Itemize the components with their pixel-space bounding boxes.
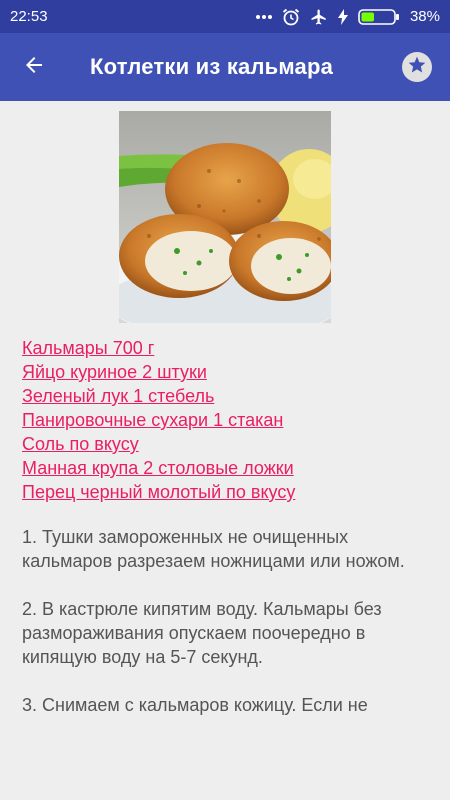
cutlets-photo bbox=[119, 111, 331, 323]
arrow-left-icon bbox=[22, 53, 46, 82]
recipe-step: 1. Тушки замороженных не очищенных кальм… bbox=[22, 527, 405, 571]
page-title: Котлетки из кальмара bbox=[90, 54, 334, 79]
ingredients-list: Кальмары 700 г Яйцо куриное 2 штуки Зеле… bbox=[22, 336, 432, 504]
ingredient-link[interactable]: Зеленый лук 1 стебель bbox=[22, 384, 432, 408]
ingredient-link[interactable]: Перец черный молотый по вкусу bbox=[22, 480, 432, 504]
battery-percent: 38% bbox=[409, 8, 440, 25]
battery-icon bbox=[358, 7, 400, 27]
airplane-icon bbox=[310, 7, 328, 27]
favorite-button[interactable] bbox=[402, 52, 432, 82]
ingredient-link[interactable]: Соль по вкусу bbox=[22, 432, 432, 456]
list-item: Панировочные сухари 1 стакан bbox=[22, 408, 432, 432]
recipe-step: 2. В кастрюле кипятим воду. Кальмары без… bbox=[22, 599, 382, 667]
star-icon bbox=[407, 55, 427, 80]
status-icons: 38% bbox=[255, 7, 440, 27]
list-item: Манная крупа 2 столовые ложки bbox=[22, 456, 432, 480]
recipe-steps: 1. Тушки замороженных не очищенных кальм… bbox=[22, 525, 432, 741]
recipe-step: 3. Снимаем с кальмаров кожицу. Если не bbox=[22, 695, 368, 715]
list-item: Перец черный молотый по вкусу bbox=[22, 480, 432, 504]
app-bar: Котлетки из кальмара bbox=[0, 33, 450, 101]
recipe-photo bbox=[119, 111, 331, 323]
charging-icon bbox=[337, 7, 348, 27]
ingredient-link[interactable]: Яйцо куриное 2 штуки bbox=[22, 360, 432, 384]
recipe-content[interactable]: Кальмары 700 г Яйцо куриное 2 штуки Зеле… bbox=[0, 101, 450, 800]
list-item: Соль по вкусу bbox=[22, 432, 432, 456]
list-item: Яйцо куриное 2 штуки bbox=[22, 360, 432, 384]
status-bar: 22:53 38% bbox=[0, 0, 450, 33]
back-button[interactable] bbox=[14, 49, 54, 85]
list-item: Зеленый лук 1 стебель bbox=[22, 384, 432, 408]
ingredient-link[interactable]: Кальмары 700 г bbox=[22, 336, 432, 360]
list-item: Кальмары 700 г bbox=[22, 336, 432, 360]
ingredient-link[interactable]: Манная крупа 2 столовые ложки bbox=[22, 456, 432, 480]
ingredient-link[interactable]: Панировочные сухари 1 стакан bbox=[22, 408, 432, 432]
more-dots-icon bbox=[255, 7, 272, 27]
alarm-icon bbox=[282, 7, 300, 27]
status-time: 22:53 bbox=[10, 8, 48, 25]
